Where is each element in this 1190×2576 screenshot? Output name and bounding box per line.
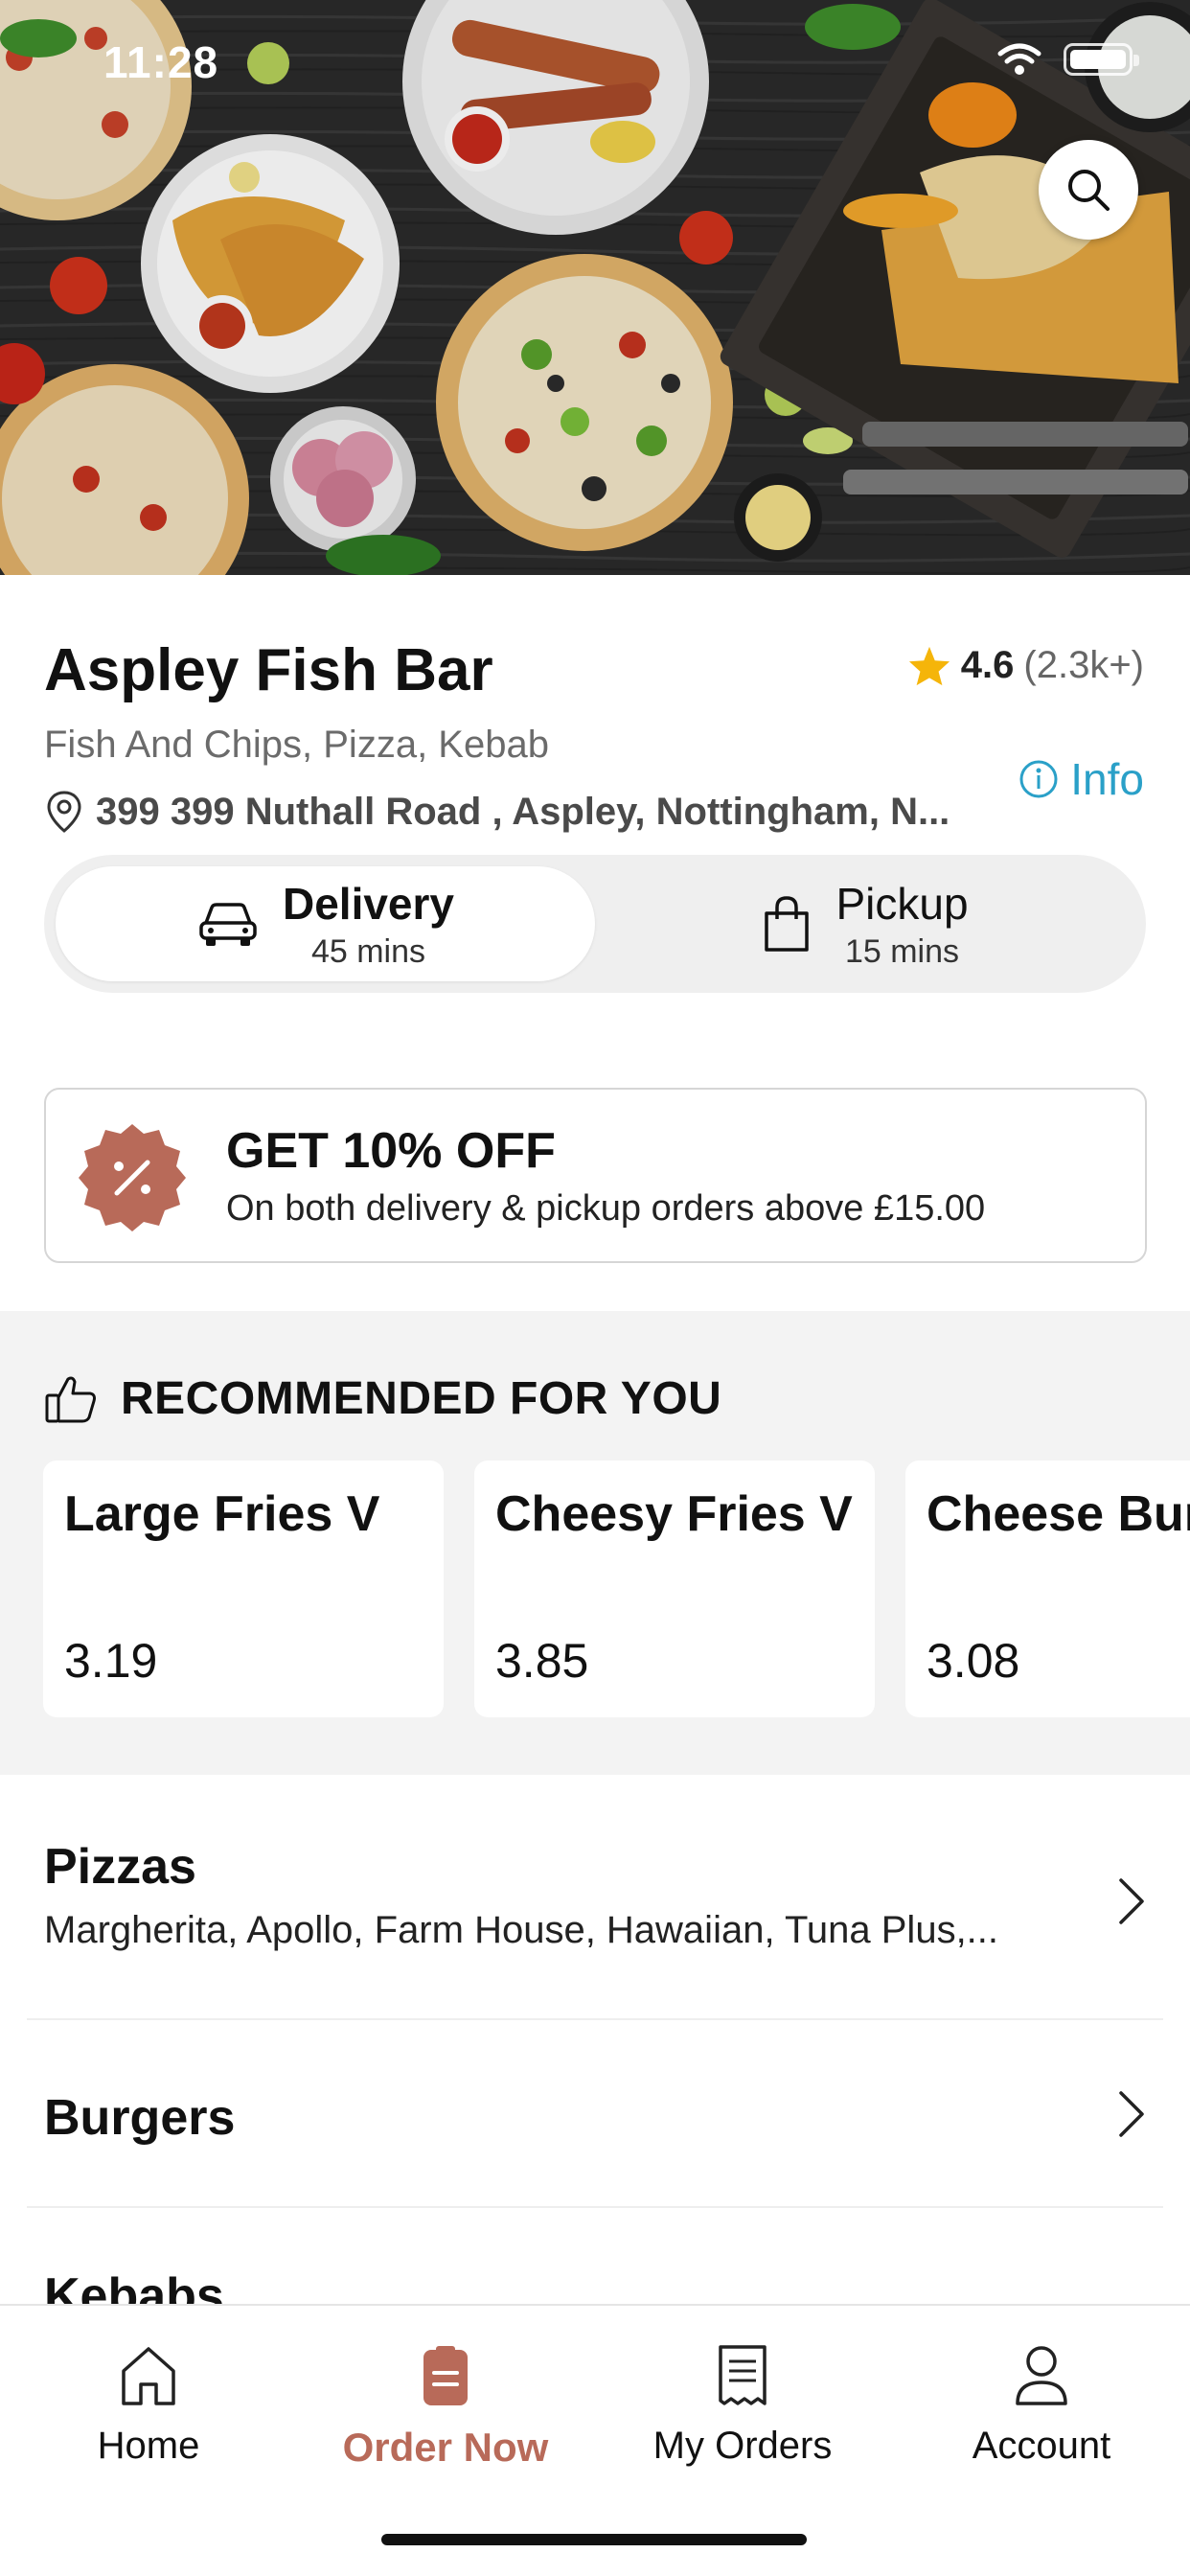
delivery-option[interactable]: Delivery 45 mins — [56, 866, 595, 981]
tab-account[interactable]: Account — [893, 2344, 1190, 2468]
address-text: 399 399 Nuthall Road , Aspley, Nottingha… — [96, 790, 950, 833]
hero-banner: 11:28 — [0, 0, 1190, 575]
tab-label: Order Now — [342, 2425, 549, 2470]
category-row[interactable]: Pizzas Margherita, Apollo, Farm House, H… — [0, 1775, 1190, 2020]
pickup-label: Pickup — [835, 878, 969, 929]
category-row[interactable]: Burgers — [0, 2020, 1190, 2206]
recommended-header: RECOMMENDED FOR YOU — [44, 1372, 721, 1425]
info-link[interactable]: Info — [1018, 753, 1144, 805]
search-icon — [1068, 170, 1110, 211]
rating: 4.6 (2.3k+) — [907, 644, 1144, 687]
cuisine-list: Fish And Chips, Pizza, Kebab — [44, 724, 549, 766]
tab-label: Home — [97, 2425, 200, 2467]
shopping-bag-icon — [765, 896, 810, 952]
category-name: Burgers — [44, 2090, 236, 2146]
promo-subtitle: On both delivery & pickup orders above £… — [226, 1188, 986, 1229]
recommended-item-card[interactable]: Large Fries V 3.19 — [43, 1460, 444, 1717]
recommended-section: RECOMMENDED FOR YOU Large Fries V 3.19 C… — [0, 1311, 1190, 1775]
tab-home[interactable]: Home — [0, 2344, 297, 2468]
item-price: 3.08 — [927, 1634, 1020, 1688]
info-icon — [1019, 760, 1058, 798]
battery-icon — [1064, 43, 1139, 76]
recommended-item-card[interactable]: Cheese Burger 3.08 — [905, 1460, 1190, 1717]
promo-banner[interactable]: GET 10% OFF On both delivery & pickup or… — [44, 1088, 1147, 1263]
item-name: Cheesy Fries V — [495, 1486, 853, 1542]
delivery-time: 45 mins — [310, 932, 426, 970]
promo-title: GET 10% OFF — [226, 1123, 556, 1179]
category-items: Margherita, Apollo, Farm House, Hawaiian… — [44, 1909, 999, 1951]
order-mode-toggle: Delivery 45 mins Pickup 15 mins — [44, 855, 1146, 993]
status-time: 11:28 — [103, 37, 219, 87]
tab-label: My Orders — [652, 2425, 833, 2467]
item-name: Cheese Burger — [927, 1486, 1190, 1542]
wifi-icon — [997, 43, 1041, 75]
category-name: Pizzas — [44, 1839, 196, 1895]
search-button[interactable] — [1039, 140, 1138, 240]
recommended-title: RECOMMENDED FOR YOU — [121, 1373, 722, 1424]
discount-badge-icon — [79, 1124, 186, 1231]
tab-my-orders[interactable]: My Orders — [594, 2344, 891, 2468]
chevron-right-icon — [1119, 2091, 1144, 2137]
item-price: 3.19 — [64, 1634, 158, 1688]
restaurant-address: 399 399 Nuthall Road , Aspley, Nottingha… — [44, 790, 950, 834]
delivery-label: Delivery — [282, 878, 454, 929]
category-name: Kebabs — [44, 2268, 224, 2304]
rating-score: 4.6 — [960, 644, 1015, 686]
tab-order-now[interactable]: Order Now — [297, 2344, 594, 2471]
item-name: Large Fries V — [64, 1486, 380, 1542]
car-icon — [199, 903, 257, 946]
rating-count: (2.3k+) — [1023, 644, 1144, 686]
receipt-icon — [719, 2345, 767, 2405]
recommended-item-card[interactable]: Cheesy Fries V 3.85 — [474, 1460, 875, 1717]
location-pin-icon — [47, 791, 81, 833]
star-icon — [908, 646, 950, 685]
user-icon — [1016, 2346, 1067, 2405]
tab-label: Account — [972, 2425, 1111, 2467]
home-icon — [122, 2347, 175, 2405]
chevron-right-icon — [1119, 1878, 1144, 1924]
restaurant-name: Aspley Fish Bar — [44, 637, 493, 703]
item-price: 3.85 — [495, 1634, 589, 1688]
status-icons — [996, 42, 1139, 77]
home-indicator — [381, 2534, 807, 2545]
thumbs-up-icon — [45, 1376, 96, 1422]
info-label: Info — [1070, 754, 1144, 804]
category-row[interactable]: Kebabs — [0, 2208, 1190, 2304]
order-icon — [423, 2346, 468, 2405]
pickup-time: 15 mins — [844, 932, 960, 970]
pickup-option[interactable]: Pickup 15 mins — [595, 866, 1134, 981]
